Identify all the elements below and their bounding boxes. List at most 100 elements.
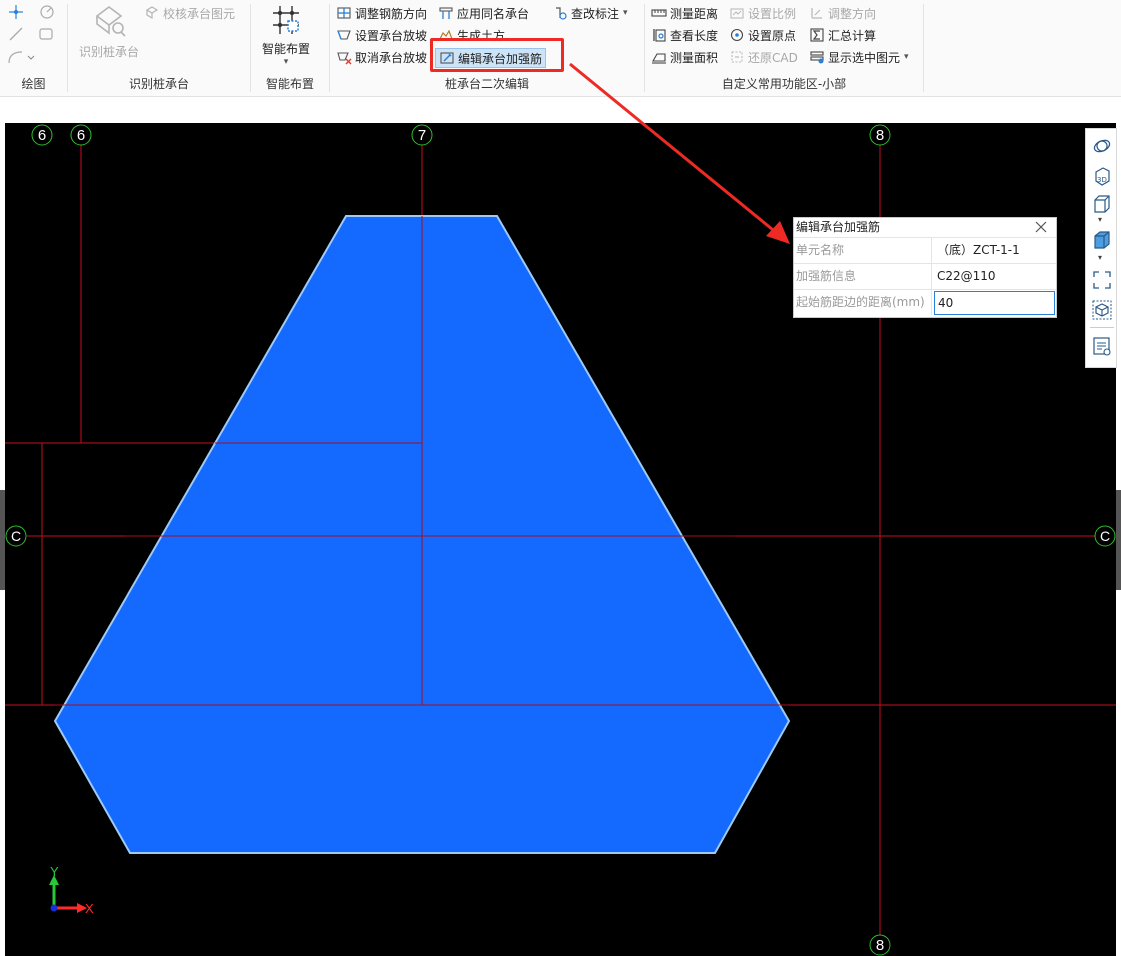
point-tool-icon[interactable] xyxy=(6,3,26,21)
set-scale-label: 设置比例 xyxy=(748,6,797,21)
restore-cad-icon xyxy=(731,51,743,63)
arc-tool-icon[interactable] xyxy=(6,49,36,65)
panel-title-text: 编辑承台加强筋 xyxy=(796,220,881,234)
edit-cap-reinforcement-icon xyxy=(440,52,454,64)
summary-calc-button[interactable]: 汇总计算 xyxy=(809,25,876,45)
generate-earthwork-button[interactable]: 生成土方 xyxy=(438,25,505,45)
axis-label-6a: 6 xyxy=(38,127,46,144)
start-distance-input[interactable] xyxy=(934,291,1055,315)
adjust-direction-icon xyxy=(811,8,822,19)
show-selected-icon xyxy=(810,51,824,64)
custom-group: 测量距离 查看长度 测量面积 设置比例 设置原点 还原CAD 调整方向 汇总计算… xyxy=(645,0,923,97)
cancel-cap-slope-button[interactable]: 取消承台放坡 xyxy=(336,47,427,67)
top-view-dropdown-icon[interactable]: ▾ xyxy=(1098,215,1102,224)
check-annotation-button[interactable]: 查改标注 ▾ xyxy=(552,3,628,23)
fullscreen-icon[interactable] xyxy=(1091,269,1113,291)
check-element-icon xyxy=(145,6,159,20)
check-annotation-dropdown-icon[interactable]: ▾ xyxy=(623,8,628,18)
view-length-icon xyxy=(653,29,666,42)
set-origin-button[interactable]: 设置原点 xyxy=(729,25,796,45)
cube-view-dropdown-icon[interactable]: ▾ xyxy=(1098,253,1102,262)
unit-name-key: 单元名称 xyxy=(796,238,932,263)
panel-row-start-distance: 起始筋距边的距离(mm) xyxy=(794,289,1056,315)
line-tool-icon[interactable] xyxy=(8,26,24,42)
smart-layout-label: 智能布置 xyxy=(261,42,310,56)
svg-text:3D: 3D xyxy=(1097,176,1107,184)
axis-label-c-right: C xyxy=(1100,528,1110,544)
set-scale-button[interactable]: 设置比例 xyxy=(729,3,796,23)
view-toolbar-separator xyxy=(1090,327,1114,328)
coord-y-label: Y xyxy=(50,864,59,879)
circle-tool-icon[interactable] xyxy=(38,3,56,21)
cancel-cap-slope-icon xyxy=(337,52,352,65)
adjust-direction-label: 调整方向 xyxy=(828,6,877,21)
axis-label-7: 7 xyxy=(418,127,426,144)
coordinate-indicator: Y X xyxy=(49,864,94,916)
reinforcement-info-value[interactable]: C22@110 xyxy=(934,264,1055,289)
cube-view-icon[interactable] xyxy=(1091,229,1113,251)
adjust-rebar-direction-button[interactable]: 调整钢筋方向 xyxy=(336,3,427,23)
axis-label-6b: 6 xyxy=(77,127,85,144)
view-length-label: 查看长度 xyxy=(670,28,719,43)
check-pile-cap-element-button[interactable]: 校核承台图元 xyxy=(144,3,235,23)
top-view-icon[interactable] xyxy=(1091,193,1113,215)
identify-pile-cap-label: 识别桩承台 xyxy=(78,45,139,59)
draw-group-label: 绘图 xyxy=(21,77,46,91)
start-distance-key: 起始筋距边的距离(mm) xyxy=(796,290,932,315)
set-origin-icon xyxy=(730,28,744,42)
recognize-group: 识别桩承台 校核承台图元 识别桩承台 xyxy=(68,0,250,97)
restore-cad-button[interactable]: 还原CAD xyxy=(729,47,798,67)
unit-name-value[interactable]: （底）ZCT-1-1 xyxy=(934,238,1055,263)
left-panel-handle[interactable] xyxy=(0,490,5,590)
set-cap-slope-label: 设置承台放坡 xyxy=(355,28,428,43)
measure-area-button[interactable]: 测量面积 xyxy=(651,47,718,67)
smart-layout-icon xyxy=(273,6,299,34)
close-icon[interactable] xyxy=(1034,220,1048,234)
pile-cap-edit-group-label: 桩承台二次编辑 xyxy=(444,77,529,91)
set-cap-slope-button[interactable]: 设置承台放坡 xyxy=(336,25,427,45)
panel-title: 编辑承台加强筋 xyxy=(794,218,1056,237)
adjust-direction-button[interactable]: 调整方向 xyxy=(809,3,876,23)
restore-cad-label: 还原CAD xyxy=(748,50,798,65)
dynamic-observe-icon[interactable] xyxy=(1091,135,1113,157)
element-cube-icon[interactable] xyxy=(1091,299,1113,321)
measure-area-icon xyxy=(652,53,666,64)
list-view-icon[interactable] xyxy=(1091,335,1113,357)
panel-row-unit-name: 单元名称 （底）ZCT-1-1 xyxy=(794,237,1056,263)
coord-x-label: X xyxy=(85,901,94,916)
right-panel-handle[interactable] xyxy=(1116,490,1121,590)
check-pile-cap-element-label: 校核承台图元 xyxy=(163,6,236,21)
measure-distance-button[interactable]: 测量距离 xyxy=(651,3,718,23)
edit-cap-reinforcement-label: 编辑承台加强筋 xyxy=(458,51,543,66)
custom-group-label: 自定义常用功能区-小部 xyxy=(721,77,847,91)
axis-label-c-left: C xyxy=(11,528,21,544)
cancel-cap-slope-label: 取消承台放坡 xyxy=(355,50,428,65)
measure-distance-label: 测量距离 xyxy=(670,6,719,21)
ribbon-separator xyxy=(923,4,924,92)
smart-layout-group: 智能布置 ▾ 智能布置 xyxy=(251,0,329,97)
edit-cap-reinforcement-button[interactable]: 编辑承台加强筋 xyxy=(435,48,547,68)
show-selected-dropdown-icon[interactable]: ▾ xyxy=(904,52,909,62)
adjust-rebar-direction-label: 调整钢筋方向 xyxy=(355,6,428,21)
axis-label-8-top: 8 xyxy=(876,127,884,144)
identify-pile-cap-icon xyxy=(95,6,126,37)
generate-earthwork-label: 生成土方 xyxy=(457,28,506,43)
identify-pile-cap-button[interactable]: 识别桩承台 xyxy=(74,4,144,60)
axis-label-8-bottom: 8 xyxy=(876,937,884,954)
rectangle-tool-icon[interactable] xyxy=(38,27,54,41)
show-selected-button[interactable]: 显示选中图元 ▾ xyxy=(809,47,909,67)
measure-area-label: 测量面积 xyxy=(670,50,719,65)
edit-cap-reinforcement-panel: 编辑承台加强筋 单元名称 （底）ZCT-1-1 加强筋信息 C22@110 起始… xyxy=(793,217,1057,318)
smart-layout-button[interactable]: 智能布置 ▾ xyxy=(255,3,317,67)
apply-same-name-cap-icon xyxy=(439,7,453,19)
panel-row-reinforcement-info: 加强筋信息 C22@110 xyxy=(794,263,1056,289)
summary-calc-label: 汇总计算 xyxy=(828,28,877,43)
smart-layout-dropdown-icon[interactable]: ▾ xyxy=(255,57,317,67)
view-length-button[interactable]: 查看长度 xyxy=(651,25,718,45)
apply-same-name-cap-button[interactable]: 应用同名承台 xyxy=(438,3,529,23)
3d-view-icon[interactable]: 3D xyxy=(1091,165,1113,187)
generate-earthwork-icon xyxy=(439,29,453,40)
measure-distance-icon xyxy=(651,9,667,17)
adjust-rebar-direction-icon xyxy=(337,7,351,19)
recognize-group-label: 识别桩承台 xyxy=(128,77,189,91)
